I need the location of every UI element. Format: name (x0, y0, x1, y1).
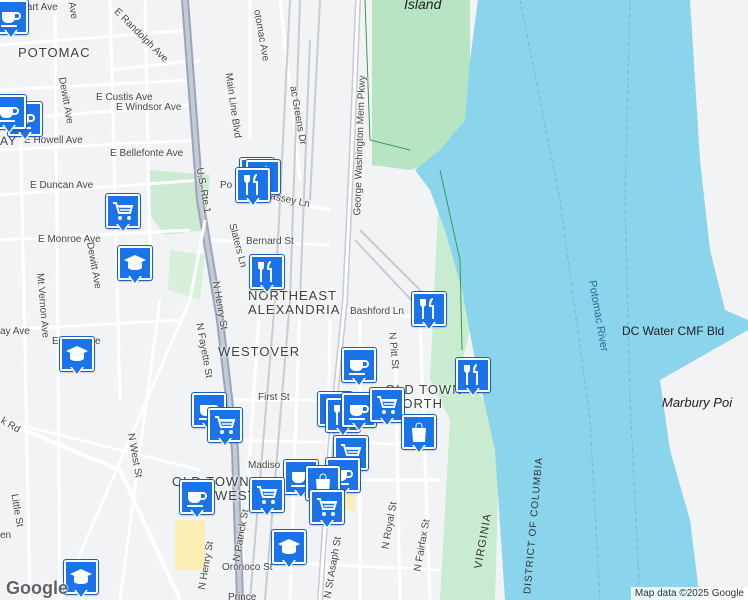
map-marker-coffee-cup[interactable] (0, 0, 28, 42)
coffee-icon (349, 360, 369, 375)
coffee-icon (0, 107, 19, 122)
map-marker-school[interactable] (64, 560, 98, 600)
map-marker-coffee-cup[interactable] (180, 480, 214, 522)
map-marker-restaurant[interactable] (236, 168, 270, 210)
street-label: E (52, 336, 59, 347)
building-label: DC Water CMF Bld (622, 324, 725, 338)
map-base (0, 0, 748, 600)
street-label: E Duncan Ave (30, 180, 94, 191)
google-logo: Google (6, 578, 68, 598)
map-marker-coffee-cup[interactable] (342, 348, 376, 390)
map-marker-grocery[interactable] (310, 490, 344, 532)
map-marker-school[interactable] (272, 530, 306, 572)
grad-cap-icon (70, 569, 92, 584)
map-marker-coffee-cup[interactable] (0, 95, 26, 137)
map-canvas[interactable]: ewart Ave Ave E Randolph Ave otomac Ave … (0, 0, 748, 600)
neighborhood-label: WESTOVER (218, 344, 301, 359)
fork-knife-icon (258, 261, 272, 282)
map-marker-grocery[interactable] (208, 408, 242, 450)
map-marker-grocery[interactable] (250, 478, 284, 520)
map-marker-grocery[interactable] (106, 194, 140, 236)
coffee-icon (187, 492, 207, 507)
street-label: Po (220, 180, 233, 191)
neighborhood-label: POTOMAC (18, 45, 91, 60)
street-label: Bashford Ln (350, 306, 404, 317)
street-label: E Bellefonte Ave (110, 148, 184, 159)
neighborhood-label: ALEXANDRIA (248, 302, 341, 317)
street-label: E Windsor Ave (116, 102, 182, 113)
cart-icon (317, 498, 338, 516)
map-marker-grocery[interactable] (370, 388, 404, 430)
street-label: Prince (228, 592, 257, 600)
grad-cap-icon (66, 346, 88, 361)
street-label: Madiso (248, 460, 281, 471)
map-marker-restaurant[interactable] (250, 255, 284, 297)
cart-icon (215, 416, 236, 434)
point-label: Marbury Poi (662, 395, 733, 410)
grad-cap-icon (124, 255, 146, 270)
cart-icon (257, 486, 278, 504)
street-label: First St (258, 392, 290, 403)
map-marker-restaurant[interactable] (412, 292, 446, 334)
map-marker-school[interactable] (118, 246, 152, 288)
map-marker-restaurant[interactable] (456, 358, 490, 400)
fork-knife-icon (464, 364, 478, 385)
street-label: en (0, 530, 12, 541)
coffee-icon (1, 12, 21, 27)
map-attribution[interactable]: Map data ©2025 Google (630, 587, 748, 600)
street-label: Oronoco St (222, 562, 273, 573)
map-marker-shopping[interactable] (402, 415, 436, 457)
fork-knife-icon (420, 298, 434, 319)
cart-icon (113, 202, 134, 220)
fork-knife-icon (244, 174, 258, 195)
street-label: Bernard St (246, 236, 294, 247)
coffee-icon (349, 405, 369, 420)
street-label: ay Ave (0, 326, 30, 337)
map-marker-school[interactable] (60, 337, 94, 379)
island-label: Island (404, 0, 442, 12)
cart-icon (377, 396, 398, 414)
grad-cap-icon (278, 539, 300, 554)
bag-icon (412, 422, 426, 442)
